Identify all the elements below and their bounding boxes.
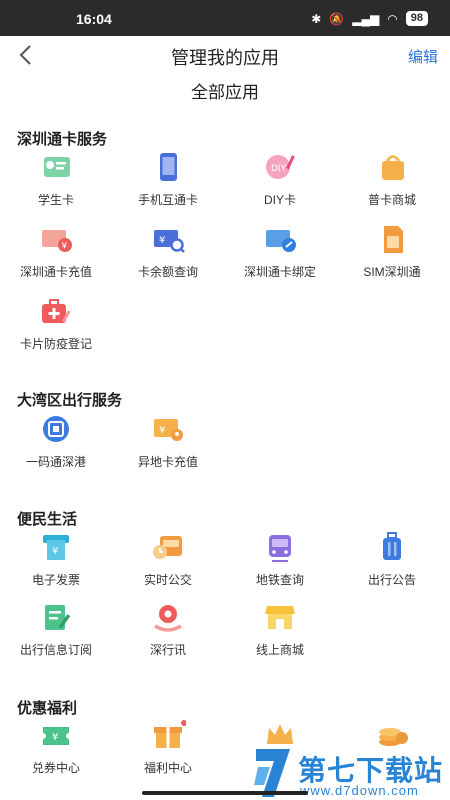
mobile-phone-icon	[160, 153, 177, 181]
mute-icon: 🔕	[329, 11, 345, 26]
wifi-icon: ◠	[387, 11, 398, 26]
app-label: 学生卡	[37, 193, 74, 207]
student-card-icon	[44, 157, 70, 177]
app-remote-recharge[interactable]: ¥ 异地卡充值	[112, 414, 224, 478]
app-label: DIY卡	[263, 193, 296, 207]
app-label: 电子发票	[31, 573, 80, 587]
app-card-binding[interactable]: 深圳通卡绑定	[224, 224, 336, 288]
location-recharge-icon: ¥	[154, 419, 183, 441]
qr-code-icon	[43, 416, 69, 442]
all-apps-title: 全部应用	[191, 83, 259, 102]
app-one-code-sz-hk[interactable]: 一码通深港	[0, 414, 112, 478]
page-title: 管理我的应用	[171, 48, 279, 68]
shopping-bag-icon	[382, 155, 404, 180]
battery-icon: 98	[405, 11, 428, 26]
app-label: 实时公交	[143, 573, 192, 587]
app-coupon-center[interactable]: ¥ 兑券中心	[0, 720, 112, 784]
status-time: 16:04	[76, 11, 112, 27]
card-link-icon	[266, 230, 296, 252]
app-e-invoice[interactable]: ¥ 电子发票	[0, 532, 112, 596]
metro-train-icon	[269, 535, 291, 562]
app-sim-szt[interactable]: SIM深圳通	[336, 224, 448, 288]
svg-text:¥: ¥	[52, 546, 58, 557]
home-indicator[interactable]	[142, 791, 308, 795]
app-mobile-card[interactable]: 手机互通卡	[112, 152, 224, 216]
edit-button[interactable]: 编辑	[408, 46, 438, 67]
bluetooth-icon: ✱	[311, 11, 322, 26]
app-card-recharge[interactable]: ¥ 深圳通卡充值	[0, 224, 112, 288]
app-student-card[interactable]: 学生卡	[0, 152, 112, 216]
app-label: 普卡商城	[367, 193, 416, 207]
app-diy-card[interactable]: DIY DIY卡	[224, 152, 336, 216]
balance-search-icon: ¥	[154, 230, 185, 253]
section-title-greater-bay: 大湾区出行服务	[17, 392, 123, 409]
app-label: 深圳通卡绑定	[243, 265, 316, 279]
storefront-icon	[265, 606, 295, 629]
svg-text:¥: ¥	[159, 235, 165, 246]
app-online-mall[interactable]: 线上商城	[224, 602, 336, 666]
document-edit-icon	[45, 605, 71, 630]
section-title-benefits: 优惠福利	[17, 700, 78, 717]
card-recharge-icon: ¥	[42, 230, 72, 252]
section-title-szt-card: 深圳通卡服务	[17, 131, 108, 148]
app-label: 出行公告	[367, 573, 416, 587]
app-label: 深行讯	[149, 643, 186, 657]
svg-text:¥: ¥	[159, 425, 165, 436]
bus-clock-icon	[153, 536, 182, 559]
app-label: 福利中心	[143, 761, 192, 775]
app-card-shop[interactable]: 普卡商城	[336, 152, 448, 216]
watermark-url: www.d7down.com	[300, 783, 419, 798]
app-label: 一码通深港	[25, 455, 86, 469]
diy-card-icon: DIY	[266, 155, 295, 179]
app-label: 卡余额查询	[137, 265, 198, 279]
app-label: 卡片防疫登记	[19, 337, 92, 351]
location-hand-icon	[154, 605, 182, 632]
medical-kit-icon	[42, 299, 71, 323]
app-label: 兑券中心	[31, 761, 80, 775]
svg-text:DIY: DIY	[271, 164, 287, 174]
app-label: 地铁查询	[255, 573, 304, 587]
app-realtime-bus[interactable]: 实时公交	[112, 532, 224, 596]
app-label: 出行信息订阅	[19, 643, 92, 657]
app-travel-subscribe[interactable]: 出行信息订阅	[0, 602, 112, 666]
app-epidemic-register[interactable]: 卡片防疫登记	[0, 296, 112, 360]
status-icons: ✱ 🔕 ▂▄▆ ◠ 98	[311, 11, 428, 26]
section-title-daily-life: 便民生活	[17, 511, 78, 528]
app-welfare-center[interactable]: 福利中心	[112, 720, 224, 784]
app-metro-query[interactable]: 地铁查询	[224, 532, 336, 596]
invoice-icon: ¥	[43, 535, 69, 560]
app-label: 异地卡充值	[137, 455, 198, 469]
signal-icon: ▂▄▆	[352, 11, 380, 26]
gift-box-icon	[154, 720, 186, 748]
app-label: 手机互通卡	[137, 193, 198, 207]
app-label: 深圳通卡充值	[19, 265, 92, 279]
app-travel-notice[interactable]: 出行公告	[336, 532, 448, 596]
sim-card-icon	[384, 226, 403, 253]
app-shenxingxun[interactable]: 深行讯	[112, 602, 224, 666]
status-bar: 16:04 ✱ 🔕 ▂▄▆ ◠ 98	[0, 0, 450, 36]
coupon-ticket-icon: ¥	[43, 727, 69, 745]
app-balance-query[interactable]: ¥ 卡余额查询	[112, 224, 224, 288]
app-label: 线上商城	[255, 643, 304, 657]
svg-text:¥: ¥	[62, 242, 68, 252]
app-label: SIM深圳通	[363, 265, 421, 279]
nav-bar: 管理我的应用 编辑	[0, 36, 450, 76]
svg-text:¥: ¥	[52, 732, 58, 743]
luggage-icon	[383, 532, 401, 560]
